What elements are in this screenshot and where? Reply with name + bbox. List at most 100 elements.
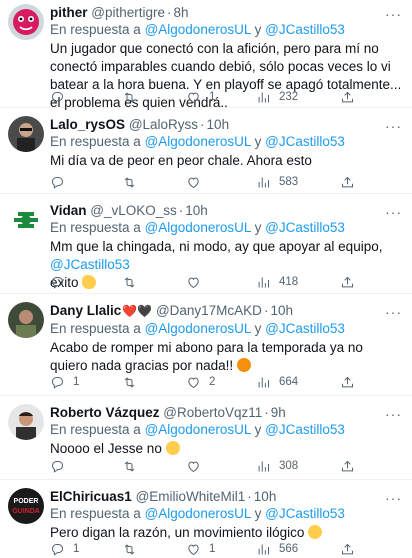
mention-link[interactable]: @JCastillo53 [50,257,130,272]
tweet-text: Acabo de romper mi abono para la tempora… [50,340,363,373]
share-button[interactable] [340,88,355,106]
like-button[interactable] [186,273,209,291]
tweet-text: Mi día va de peor en peor chale. Ahora e… [50,153,312,168]
display-name[interactable]: Vidan [50,203,87,218]
reply-context: En respuesta a @AlgodonerosUL y @JCastil… [50,321,345,336]
more-options-icon[interactable]: ··· [385,204,402,220]
mention-link[interactable]: @AlgodonerosUL [145,22,251,37]
tweet-roberto[interactable]: Roberto Vázquez @RobertoVqz11 · 9h En resp… [0,400,412,480]
tweet-lalo[interactable]: Lalo_rysOS @LaloRyss · 10h En respuesta a … [0,112,412,194]
display-name[interactable]: Roberto Vázquez [50,405,160,420]
retweet-icon [122,175,137,190]
avatar[interactable] [8,302,44,338]
more-options-icon[interactable]: ··· [385,406,402,422]
mention-link[interactable]: @AlgodonerosUL [145,220,251,235]
tweet-header: pither @pithertigre · 8h [50,5,189,20]
retweet-button[interactable] [122,273,145,291]
handle[interactable]: @_vLOKO_ss [90,203,176,218]
bar-chart-icon [256,459,271,474]
mention-link[interactable]: @JCastillo53 [265,22,345,37]
retweet-button[interactable] [122,88,145,106]
retweet-icon [122,459,137,474]
share-button[interactable] [340,373,355,391]
timestamp[interactable]: 10h [254,489,277,504]
mention-link[interactable]: @AlgodonerosUL [145,506,251,521]
timestamp[interactable]: 9h [271,405,286,420]
display-name[interactable]: ElChiricuas1 [50,489,132,504]
mention-link[interactable]: @JCastillo53 [265,134,345,149]
mention-link[interactable]: @AlgodonerosUL [145,134,251,149]
like-button[interactable]: 2 [186,373,215,391]
mention-link[interactable]: @JCastillo53 [265,422,345,437]
avatar[interactable]: PODER GUINDA [8,488,44,524]
avatar[interactable] [8,116,44,152]
views-button[interactable]: 232 [256,88,298,106]
retweet-button[interactable] [122,373,145,391]
share-button[interactable] [340,173,355,191]
handle[interactable]: @LaloRyss [129,117,198,132]
timestamp[interactable]: 8h [174,5,189,20]
mention-link[interactable]: @JCastillo53 [265,321,345,336]
display-name[interactable]: pither [50,5,88,20]
heart-emoji-icon: ❤️🖤 [122,304,153,318]
display-name[interactable]: Lalo_rysOS [50,117,125,132]
reply-context: En respuesta a @AlgodonerosUL y @JCastil… [50,220,345,235]
avatar[interactable] [8,4,44,40]
views-button[interactable]: 664 [256,373,298,391]
views-button[interactable]: 566 [256,540,298,558]
reply-button[interactable] [50,88,73,106]
like-button[interactable]: 1 [186,88,215,106]
retweet-button[interactable] [122,173,145,191]
tweet-elchiricuas[interactable]: PODER GUINDA ElChiricuas1 @EmilioWhiteMi… [0,484,412,558]
timestamp[interactable]: 10h [185,203,208,218]
like-button[interactable] [186,173,209,191]
share-button[interactable] [340,457,355,475]
views-button[interactable]: 308 [256,457,298,475]
share-icon [340,275,355,290]
handle[interactable]: @EmilioWhiteMil1 [136,489,246,504]
handle[interactable]: @Dany17McAKD [156,303,262,318]
more-options-icon[interactable]: ··· [385,490,402,506]
views-button[interactable]: 418 [256,273,298,291]
display-name[interactable]: Dany Llalic [50,303,121,318]
retweet-button[interactable] [122,540,145,558]
reply-context: En respuesta a @AlgodonerosUL y @JCastil… [50,422,345,437]
views-button[interactable]: 583 [256,173,298,191]
mention-link[interactable]: @AlgodonerosUL [145,321,251,336]
reply-icon [50,375,65,390]
reply-button[interactable]: 1 [50,373,79,391]
timestamp[interactable]: 10h [207,117,230,132]
tweet-dany[interactable]: Dany Llalic❤️🖤 @Dany17McAKD · 10h En respu… [0,298,412,396]
tweet-header: Dany Llalic❤️🖤 @Dany17McAKD · 10h [50,303,293,318]
reply-button[interactable]: 1 [50,540,79,558]
handle[interactable]: @RobertoVqz11 [163,405,262,420]
mention-link[interactable]: @JCastillo53 [265,506,345,521]
bar-chart-icon [256,275,271,290]
handle[interactable]: @pithertigre [91,5,165,20]
reply-button[interactable] [50,273,73,291]
more-options-icon[interactable]: ··· [385,118,402,134]
action-bar: 1 232 [50,88,402,106]
like-button[interactable]: 1 [186,540,215,558]
more-options-icon[interactable]: ··· [385,304,402,320]
mention-link[interactable]: @AlgodonerosUL [145,422,251,437]
share-button[interactable] [340,273,355,291]
avatar[interactable] [8,404,44,440]
mention-link[interactable]: @JCastillo53 [265,220,345,235]
tweet-header: ElChiricuas1 @EmilioWhiteMil1 · 10h [50,489,277,504]
share-button[interactable] [340,540,355,558]
heart-icon [186,542,201,557]
tweet-pither[interactable]: pither @pithertigre · 8h En respuesta a @A… [0,0,412,110]
timestamp[interactable]: 10h [270,303,293,318]
tweet-vidan[interactable]: Vidan @_vLOKO_ss · 10h En respuesta a @Alg… [0,198,412,294]
more-options-icon[interactable]: ··· [385,6,402,22]
action-bar: 1 1 566 [50,540,402,558]
reply-icon [50,275,65,290]
retweet-icon [122,275,137,290]
reply-button[interactable] [50,457,73,475]
angry-face-emoji-icon [236,358,251,372]
reply-button[interactable] [50,173,73,191]
like-button[interactable] [186,457,209,475]
retweet-button[interactable] [122,457,145,475]
avatar[interactable] [8,202,44,238]
